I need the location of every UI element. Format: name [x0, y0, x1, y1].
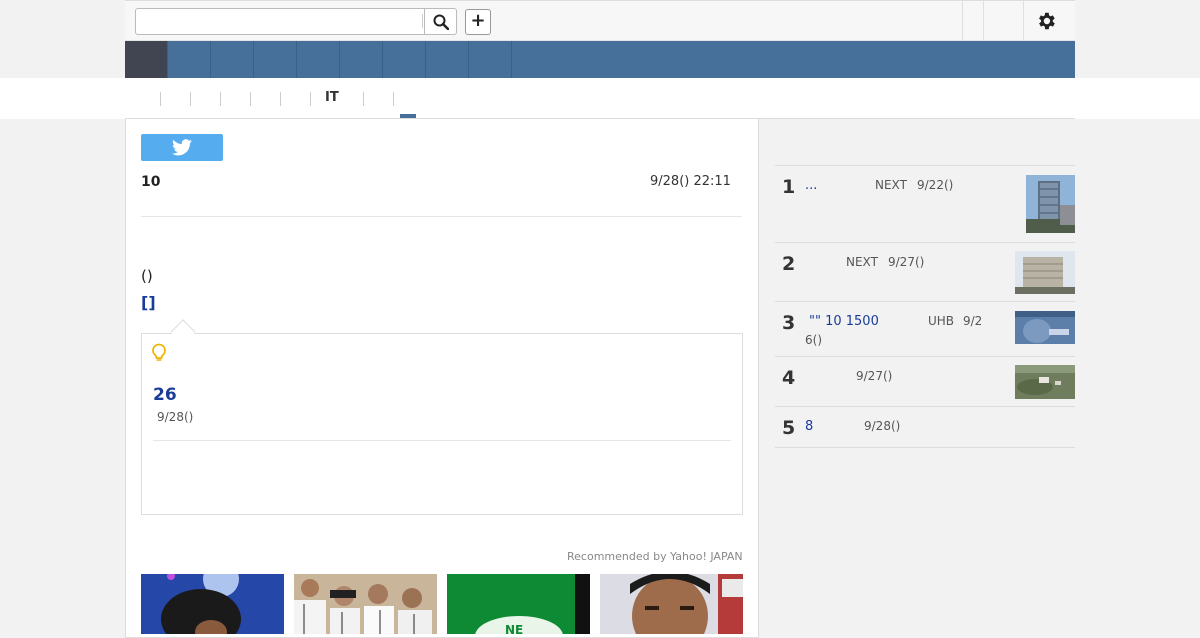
subnav-tab[interactable] [160, 92, 161, 106]
rank-number: 2 [782, 253, 796, 275]
subnav-tab[interactable] [310, 92, 311, 106]
ranking-date: 9/27() [856, 369, 893, 383]
divider [775, 165, 1075, 166]
ranking-source: NEXT [875, 178, 907, 192]
top-divider [1023, 1, 1024, 41]
ranking-thumbnail[interactable] [1015, 365, 1075, 399]
subnav-tab[interactable] [220, 92, 221, 106]
lightbulb-icon [152, 343, 166, 361]
tweet-button[interactable] [141, 134, 223, 161]
ranking-link[interactable]: "" 10 1500 [809, 314, 879, 329]
search-icon [433, 14, 449, 30]
search-button[interactable] [425, 8, 457, 35]
divider [141, 216, 742, 217]
search-input[interactable] [135, 8, 425, 35]
add-button[interactable]: + [465, 9, 491, 35]
article-timestamp: 9/28() 22:11 [650, 174, 731, 189]
recommended-label: Recommended by Yahoo! JAPAN [567, 550, 743, 563]
rank-number: 5 [782, 417, 796, 439]
twitter-icon [172, 139, 192, 156]
ranking-link[interactable]: 8 [805, 419, 813, 434]
related-link[interactable]: 26 [153, 385, 177, 405]
recommended-thumbnail[interactable] [600, 574, 743, 634]
divider [775, 447, 1075, 448]
nav-item[interactable] [297, 41, 340, 78]
ranking-thumbnail[interactable] [1015, 311, 1075, 344]
nav-item[interactable] [211, 41, 254, 78]
nav-item-home[interactable] [125, 41, 168, 78]
category-nav [125, 41, 1075, 78]
subnav-tab[interactable] [363, 92, 364, 106]
top-bar: + [125, 0, 1075, 41]
related-date: 9/28() [157, 410, 194, 424]
nav-item[interactable] [469, 41, 512, 78]
subnav-tab[interactable] [250, 92, 251, 106]
search-divider [422, 14, 423, 28]
ranking-date: 9/28() [864, 419, 901, 433]
divider [775, 301, 1075, 302]
divider [775, 406, 1075, 407]
top-divider [983, 1, 984, 41]
recommended-thumbnail[interactable]: NE [447, 574, 590, 634]
article-count: 10 [141, 174, 161, 190]
recommended-thumbnail[interactable] [294, 574, 437, 634]
subnav-tab[interactable] [280, 92, 281, 106]
ranking-date-wrap: 6() [805, 333, 822, 347]
nav-item[interactable] [254, 41, 297, 78]
ranking-source: UHB [928, 314, 955, 328]
gear-icon[interactable] [1035, 10, 1057, 32]
divider [775, 242, 1075, 243]
rank-number: 4 [782, 367, 796, 389]
subnav-tab[interactable] [190, 92, 191, 106]
subnav-tab-it[interactable]: IT [325, 90, 339, 105]
article-body-text: () [141, 267, 153, 285]
sub-nav [0, 78, 1200, 119]
nav-item[interactable] [168, 41, 211, 78]
nav-item[interactable] [383, 41, 426, 78]
divider [153, 440, 731, 441]
rank-number: 3 [782, 312, 796, 334]
ranking-date: 9/22() [917, 178, 954, 192]
ranking-thumbnail[interactable] [1015, 251, 1075, 294]
rank-number: 1 [782, 176, 796, 198]
ranking-date: 9/2 [963, 314, 983, 328]
subnav-tab[interactable] [393, 92, 394, 106]
divider [775, 356, 1075, 357]
ranking-link[interactable]: ... [805, 178, 817, 193]
article-link[interactable]: [] [141, 293, 156, 312]
top-divider [962, 1, 963, 41]
recommended-thumbnail[interactable] [141, 574, 284, 634]
nav-item[interactable] [340, 41, 383, 78]
related-callout [141, 333, 743, 515]
ranking-date: 9/27() [888, 255, 925, 269]
nav-item[interactable] [426, 41, 469, 78]
svg-text:NE: NE [505, 623, 523, 634]
ranking-thumbnail[interactable] [1026, 175, 1075, 233]
ranking-source: NEXT [846, 255, 878, 269]
